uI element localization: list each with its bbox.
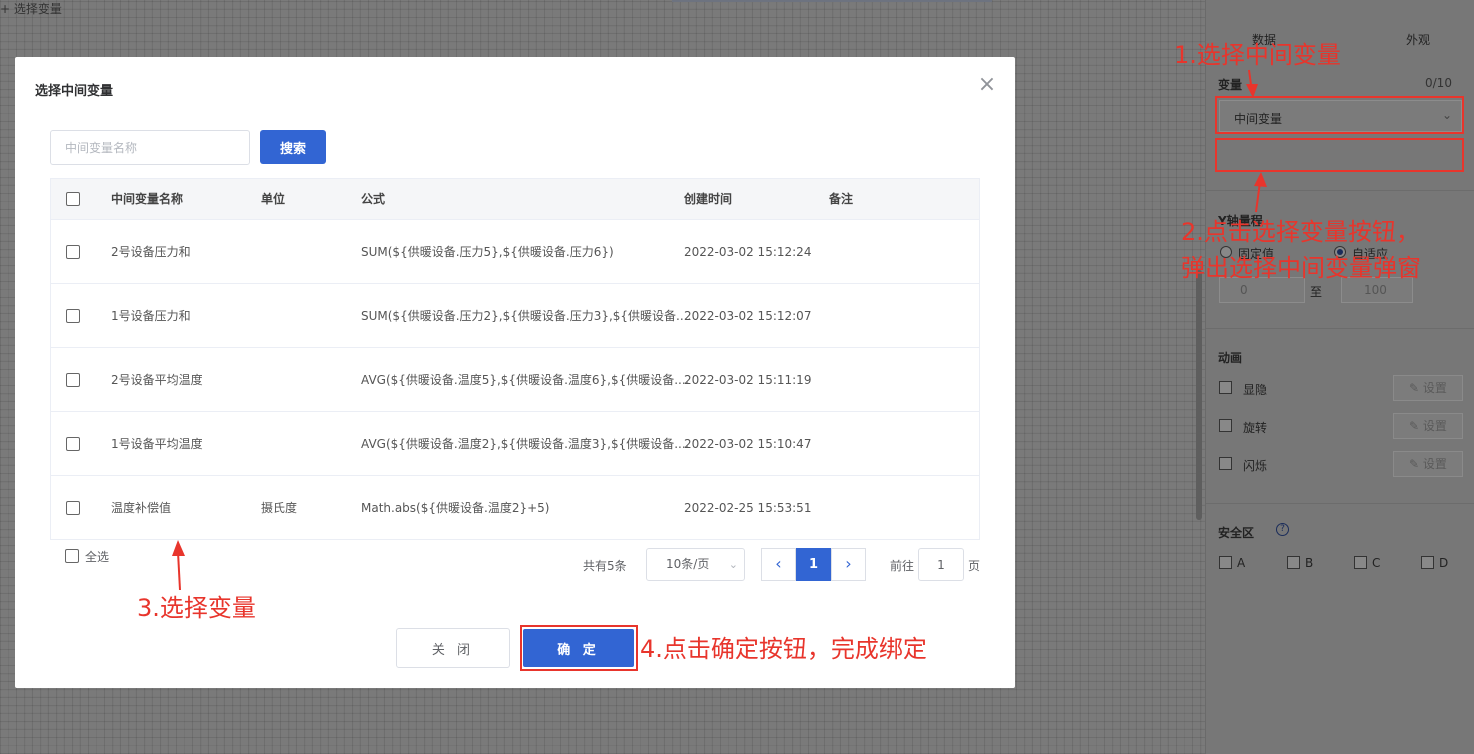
annotation-step2-line1: 2.点击选择变量按钮，	[1181, 218, 1420, 246]
annotation-step3: 3.选择变量	[137, 594, 256, 622]
annotation-step2-line2: 弹出选择中间变量弹窗	[1181, 254, 1421, 282]
annotation-step1: 1.选择中间变量	[1174, 41, 1341, 69]
annotation-step4: 4.点击确定按钮，完成绑定	[640, 635, 927, 663]
